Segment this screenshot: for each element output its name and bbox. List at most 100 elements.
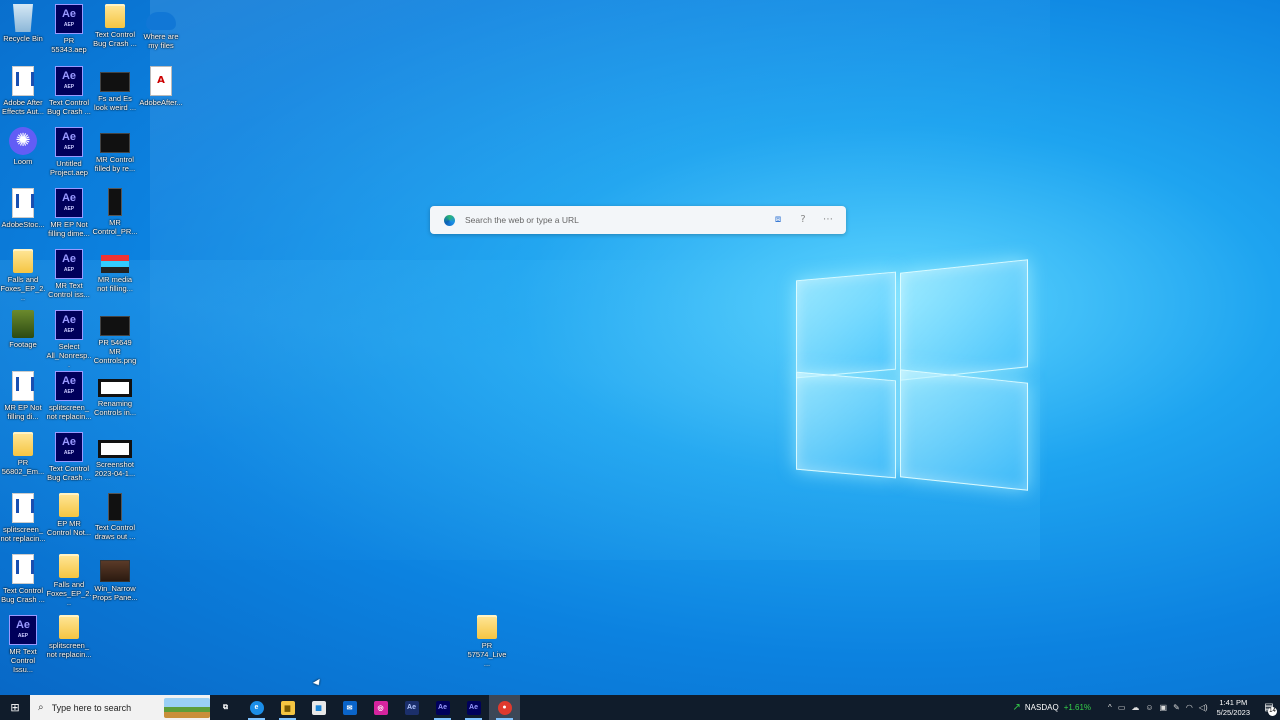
- desktop-icon-label: Footage: [9, 340, 37, 349]
- desktop-icon-label: Text Control Bug Crash ...: [47, 98, 91, 116]
- img-file-icon: [100, 316, 130, 336]
- edge-icon: e: [249, 700, 264, 715]
- desktop-icon-label: Where are my files: [143, 32, 179, 50]
- desktop-icon[interactable]: MR Control filled by re...: [92, 127, 138, 173]
- taskbar-app-media-encoder[interactable]: Ae: [396, 695, 427, 720]
- desktop-icon[interactable]: PR 56802_Em...: [0, 432, 46, 476]
- mouse-cursor: [312, 678, 323, 688]
- desktop-icon[interactable]: PR 54649 MR Controls.png: [92, 310, 138, 365]
- desktop-icon[interactable]: Win_Narrow Props Pane...: [92, 554, 138, 602]
- taskbar-app-store[interactable]: ▦: [303, 695, 334, 720]
- desktop-icon[interactable]: Footage: [0, 310, 46, 349]
- desktop-icon-label: AdobeStoc...: [1, 220, 45, 229]
- taskbar-search-box[interactable]: ⌕: [30, 695, 210, 720]
- after-effects-1-icon: Ae: [435, 700, 450, 715]
- desktop-icon[interactable]: Ae AEP splitscreen_ not replacin...: [46, 371, 92, 421]
- visual-search-icon[interactable]: ⧈: [771, 213, 785, 227]
- wifi-icon[interactable]: ◠: [1186, 703, 1193, 712]
- desktop-icon[interactable]: MR media not filling...: [92, 249, 138, 293]
- desktop-icon[interactable]: A AdobeAfter...: [138, 66, 184, 107]
- desktop-icon-label: PR 57574_Live ...: [467, 641, 507, 668]
- desktop-icon-label: Falls and Foxes_EP_2...: [0, 275, 46, 302]
- cloud-file-icon: [146, 12, 176, 30]
- desktop-icon[interactable]: ✺ Loom: [0, 127, 46, 166]
- taskbar-search-input[interactable]: [49, 701, 164, 714]
- usb-icon[interactable]: ▭: [1118, 703, 1126, 712]
- media-encoder-icon: Ae: [404, 700, 419, 715]
- desktop-icon[interactable]: splitscreen_ not replacin...: [46, 615, 92, 659]
- desktop-icon[interactable]: Screenshot 2023-04-1...: [92, 432, 138, 478]
- desktop-icon[interactable]: Where are my files: [138, 4, 184, 50]
- ae-file-icon: Ae AEP: [55, 188, 83, 218]
- action-center-button[interactable]: ▤ 14: [1258, 695, 1280, 720]
- still-file-icon: [100, 560, 130, 582]
- img-file-icon: [100, 133, 130, 153]
- phone-file-icon: [108, 493, 122, 521]
- start-button[interactable]: ⊞: [0, 695, 30, 720]
- stock-widget[interactable]: ↗ NASDAQ +1.61%: [1013, 702, 1092, 713]
- doc-file-icon: [12, 188, 34, 218]
- desktop-icon[interactable]: Ae AEP MR Text Control iss...: [46, 249, 92, 299]
- desktop-icon-label: splitscreen_ not replacin...: [46, 641, 92, 659]
- chevron-up-icon[interactable]: ^: [1108, 703, 1112, 712]
- edge-search-bar[interactable]: ⧈ ? ⋯: [430, 206, 846, 234]
- clock[interactable]: 1:41 PM 5/25/2023: [1217, 698, 1250, 718]
- taskbar-app-after-effects-2[interactable]: Ae: [458, 695, 489, 720]
- green-file-icon: [12, 310, 34, 338]
- desktop-icon-label: PR 56802_Em...: [1, 458, 45, 476]
- desktop-icon[interactable]: Text Control draws out ...: [92, 493, 138, 541]
- taskbar-app-mail[interactable]: ✉: [334, 695, 365, 720]
- more-options-icon[interactable]: ⋯: [821, 213, 835, 227]
- desktop-icon[interactable]: Ae AEP MR Text Control Issu...: [0, 615, 46, 674]
- desktop-icon[interactable]: Falls and Foxes_EP_2...: [46, 554, 92, 607]
- display-icon[interactable]: ▣: [1160, 703, 1168, 712]
- desktop-icon[interactable]: Text Control Bug Crash ...: [92, 4, 138, 48]
- system-tray: ↗ NASDAQ +1.61% ^ ▭ ☁ ☺ ▣ ✎ ◠ ◁) 1:41 PM…: [1013, 695, 1280, 720]
- desktop-icon[interactable]: EP MR Control Not...: [46, 493, 92, 537]
- desktop-icon[interactable]: Recycle Bin: [0, 4, 46, 43]
- desktop-icon[interactable]: Fs and Es look weird ...: [92, 66, 138, 112]
- bin-file-icon: [13, 4, 33, 32]
- taskbar-app-recorder[interactable]: ●: [489, 695, 520, 720]
- wallpaper-light-beam: [150, 0, 1050, 720]
- taskbar-app-task-view[interactable]: ⧉: [210, 695, 241, 720]
- desktop-icon[interactable]: Falls and Foxes_EP_2...: [0, 249, 46, 302]
- mail-icon: ✉: [342, 700, 357, 715]
- taskbar-app-instagram[interactable]: ◎: [365, 695, 396, 720]
- wallpaper-light-beam: [0, 260, 1040, 560]
- imgw-file-icon: [98, 379, 132, 397]
- desktop-icon[interactable]: Renaming Controls in...: [92, 371, 138, 417]
- help-icon[interactable]: ?: [796, 213, 810, 227]
- desktop-icon[interactable]: Ae AEP PR 55343.aep: [46, 4, 92, 54]
- taskbar-app-after-effects-1[interactable]: Ae: [427, 695, 458, 720]
- taskbar-app-file-explorer[interactable]: ▆: [272, 695, 303, 720]
- desktop-icon[interactable]: Ae AEP Untitled Project.aep: [46, 127, 92, 177]
- desktop-icon[interactable]: MR Control_PR...: [92, 188, 138, 236]
- desktop-icon-label: Untitled Project.aep: [50, 159, 88, 177]
- web-search-input[interactable]: [463, 214, 771, 226]
- desktop-icon[interactable]: Ae AEP Text Control Bug Crash ...: [46, 66, 92, 116]
- desktop-icon[interactable]: AdobeStoc...: [0, 188, 46, 229]
- store-icon: ▦: [311, 700, 326, 715]
- desktop-icon[interactable]: Text Control Bug Crash ...: [0, 554, 46, 604]
- taskbar-app-edge[interactable]: e: [241, 695, 272, 720]
- desktop-icon[interactable]: PR 57574_Live ...: [464, 615, 510, 668]
- people-icon[interactable]: ☺: [1145, 703, 1153, 712]
- desktop-icon[interactable]: splitscreen_ not replacin...: [0, 493, 46, 543]
- desktop-icon[interactable]: Adobe After Effects Aut...: [0, 66, 46, 116]
- desktop-icon-label: Renaming Controls in...: [93, 399, 137, 417]
- loom-file-icon: ✺: [9, 127, 37, 155]
- desktop-icon-label: MR Control_PR...: [92, 218, 138, 236]
- edge-logo-icon: [444, 214, 455, 226]
- search-icon: ⌕: [38, 702, 44, 713]
- desktop-icon[interactable]: Ae AEP Text Control Bug Crash ...: [46, 432, 92, 482]
- volume-icon[interactable]: ◁): [1199, 703, 1208, 712]
- desktop-icon[interactable]: Ae AEP Select All_Nonresp...: [46, 310, 92, 369]
- pen-icon[interactable]: ✎: [1173, 703, 1180, 712]
- desktop-icon[interactable]: MR EP Not filling di...: [0, 371, 46, 421]
- cloud-icon[interactable]: ☁: [1131, 703, 1139, 712]
- ae-file-icon: Ae AEP: [55, 371, 83, 401]
- folder-file-icon: [477, 615, 497, 639]
- desktop-icon-label: MR Text Control Issu...: [9, 647, 37, 674]
- desktop-icon[interactable]: Ae AEP MR EP Not filling dime...: [46, 188, 92, 238]
